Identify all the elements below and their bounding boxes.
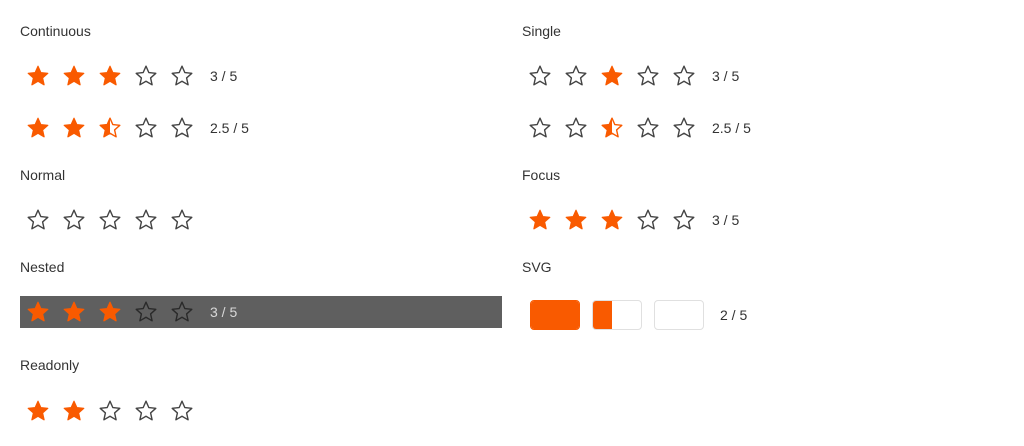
rating-block-icon[interactable] bbox=[530, 300, 580, 330]
star-icon[interactable] bbox=[92, 204, 128, 236]
svg-heading: SVG bbox=[522, 259, 552, 275]
single-rating-2[interactable] bbox=[522, 112, 702, 144]
star-icon bbox=[128, 395, 164, 427]
continuous-rating-1[interactable] bbox=[20, 60, 200, 92]
focus-rating[interactable] bbox=[522, 204, 702, 236]
continuous-heading: Continuous bbox=[20, 23, 91, 39]
star-icon[interactable] bbox=[558, 112, 594, 144]
star-icon[interactable] bbox=[522, 60, 558, 92]
star-icon[interactable] bbox=[666, 60, 702, 92]
focus-rating-row: 3 / 5 bbox=[522, 204, 739, 236]
star-icon[interactable] bbox=[20, 112, 56, 144]
star-icon[interactable] bbox=[92, 296, 128, 328]
rating-block-icon[interactable] bbox=[654, 300, 704, 330]
star-icon bbox=[92, 395, 128, 427]
star-icon[interactable] bbox=[164, 296, 200, 328]
continuous-rating-2[interactable] bbox=[20, 112, 200, 144]
star-icon[interactable] bbox=[164, 60, 200, 92]
focus-heading: Focus bbox=[522, 167, 561, 183]
nested-rating-row: 3 / 5 bbox=[20, 296, 502, 328]
single-rating-1[interactable] bbox=[522, 60, 702, 92]
rating-value-label: 2.5 / 5 bbox=[712, 120, 751, 136]
rating-value-label: 3 / 5 bbox=[210, 68, 238, 84]
nested-heading: Nested bbox=[20, 259, 65, 275]
normal-rating-row bbox=[20, 204, 200, 236]
readonly-rating-row bbox=[20, 395, 200, 427]
continuous-rating-row-2: 2.5 / 5 bbox=[20, 112, 249, 144]
star-icon[interactable] bbox=[164, 112, 200, 144]
star-icon[interactable] bbox=[594, 60, 630, 92]
star-icon[interactable] bbox=[128, 204, 164, 236]
svg-rating[interactable] bbox=[530, 300, 716, 330]
star-icon bbox=[56, 395, 92, 427]
star-icon bbox=[164, 395, 200, 427]
star-icon[interactable] bbox=[128, 60, 164, 92]
readonly-heading: Readonly bbox=[20, 357, 80, 373]
star-icon[interactable] bbox=[522, 204, 558, 236]
star-icon[interactable] bbox=[20, 60, 56, 92]
readonly-rating bbox=[20, 395, 200, 427]
single-rating-row-2: 2.5 / 5 bbox=[522, 112, 751, 144]
rating-value-label: 3 / 5 bbox=[712, 212, 740, 228]
rating-block-fill bbox=[531, 301, 579, 329]
nested-rating[interactable] bbox=[20, 296, 200, 328]
rating-value-label: 3 / 5 bbox=[210, 304, 238, 320]
star-icon[interactable] bbox=[630, 204, 666, 236]
star-icon[interactable] bbox=[20, 204, 56, 236]
star-icon[interactable] bbox=[630, 60, 666, 92]
star-icon[interactable] bbox=[20, 296, 56, 328]
star-icon[interactable] bbox=[56, 112, 92, 144]
star-icon[interactable] bbox=[56, 204, 92, 236]
star-icon[interactable] bbox=[128, 112, 164, 144]
star-icon bbox=[20, 395, 56, 427]
single-heading: Single bbox=[522, 23, 561, 39]
rating-value-label: 2.5 / 5 bbox=[210, 120, 249, 136]
star-icon[interactable] bbox=[558, 204, 594, 236]
normal-rating[interactable] bbox=[20, 204, 200, 236]
star-icon[interactable] bbox=[92, 112, 128, 144]
star-icon[interactable] bbox=[594, 112, 630, 144]
rating-block-icon[interactable] bbox=[592, 300, 642, 330]
continuous-rating-row-1: 3 / 5 bbox=[20, 60, 237, 92]
svg-rating-row: 2 / 5 bbox=[522, 299, 747, 331]
star-icon[interactable] bbox=[522, 112, 558, 144]
star-icon[interactable] bbox=[164, 204, 200, 236]
rating-value-label: 2 / 5 bbox=[720, 307, 748, 323]
normal-heading: Normal bbox=[20, 167, 66, 183]
star-icon[interactable] bbox=[558, 60, 594, 92]
star-icon[interactable] bbox=[128, 296, 164, 328]
star-icon[interactable] bbox=[666, 112, 702, 144]
star-icon[interactable] bbox=[666, 204, 702, 236]
rating-block-fill bbox=[593, 301, 613, 329]
star-icon[interactable] bbox=[594, 204, 630, 236]
star-icon[interactable] bbox=[92, 60, 128, 92]
star-icon[interactable] bbox=[56, 60, 92, 92]
star-icon[interactable] bbox=[630, 112, 666, 144]
star-icon[interactable] bbox=[56, 296, 92, 328]
rating-value-label: 3 / 5 bbox=[712, 68, 740, 84]
single-rating-row-1: 3 / 5 bbox=[522, 60, 739, 92]
